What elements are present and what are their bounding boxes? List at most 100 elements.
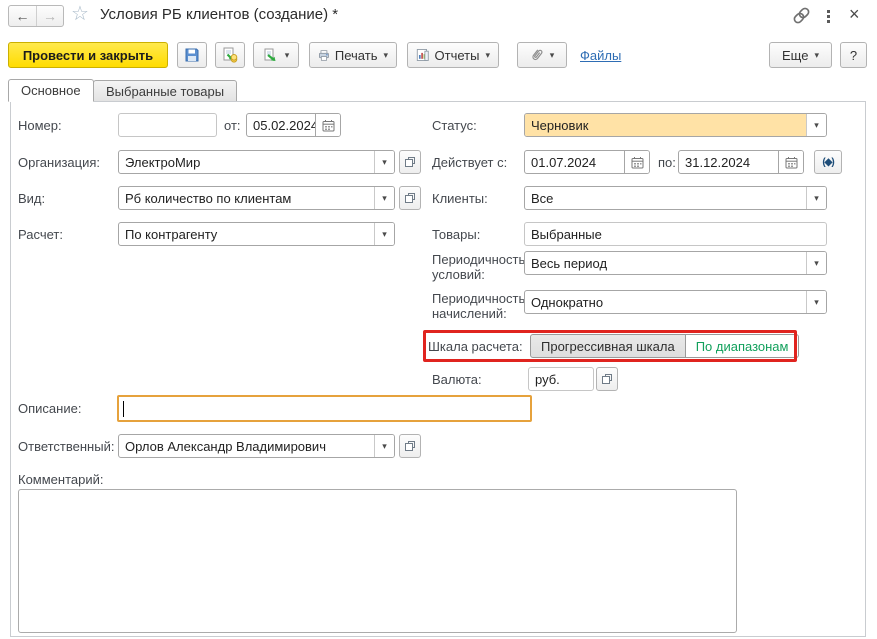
chevron-down-icon[interactable]: ▾ [374, 435, 394, 457]
chevron-down-icon[interactable]: ▾ [374, 151, 394, 173]
chevron-down-icon: ▾ [285, 50, 290, 61]
goods-value: Выбранные [531, 227, 602, 242]
conditions-periodicity-combobox[interactable]: Весь период ▾ [524, 251, 827, 275]
responsible-label: Ответственный: [18, 439, 114, 454]
organization-value: ЭлектроМир [119, 151, 374, 173]
save-icon [184, 47, 200, 63]
calculation-value: По контрагенту [119, 223, 374, 245]
chevron-down-icon[interactable]: ▾ [806, 114, 826, 136]
scale-toggle: Прогрессивная шкала По диапазонам [530, 334, 799, 358]
help-button[interactable]: ? [840, 42, 867, 68]
more-label: Еще [782, 48, 808, 63]
responsible-value: Орлов Александр Владимирович [119, 435, 374, 457]
reports-icon [416, 47, 430, 63]
tab-main-label: Основное [21, 83, 81, 98]
print-button[interactable]: Печать ▾ [309, 42, 397, 68]
comment-textarea[interactable] [18, 489, 737, 633]
description-label: Описание: [18, 401, 81, 416]
status-label: Статус: [432, 118, 477, 133]
reports-button[interactable]: Отчеты ▾ [407, 42, 499, 68]
nav-history-group: ← → [8, 5, 64, 27]
window-title: Условия РБ клиентов (создание) * [100, 6, 338, 23]
calculation-label: Расчет: [18, 227, 63, 242]
calendar-icon[interactable] [315, 114, 340, 136]
goods-field: Выбранные [524, 222, 827, 246]
chevron-down-icon[interactable]: ▾ [806, 187, 826, 209]
chevron-down-icon: ▾ [814, 50, 819, 61]
chevron-down-icon: ▾ [485, 50, 490, 61]
open-icon [404, 440, 416, 452]
text-caret [123, 401, 124, 417]
scale-option-ranges[interactable]: По диапазонам [686, 334, 800, 358]
number-label: Номер: [18, 118, 62, 133]
clients-label: Клиенты: [432, 191, 488, 206]
files-link[interactable]: Файлы [580, 48, 621, 63]
create-based-on-button[interactable]: ▾ [253, 42, 299, 68]
post-and-close-button[interactable]: Провести и закрыть [8, 42, 168, 68]
help-label: ? [850, 48, 857, 63]
organization-open-button[interactable] [399, 150, 421, 174]
tab-selected-goods-label: Выбранные товары [106, 84, 224, 99]
open-icon [404, 192, 416, 204]
doc-date-label: от: [224, 118, 241, 133]
chevron-down-icon: ▾ [550, 50, 555, 61]
responsible-combobox[interactable]: Орлов Александр Владимирович ▾ [118, 434, 395, 458]
tab-main[interactable]: Основное [8, 79, 94, 102]
accruals-periodicity-value: Однократно [525, 291, 806, 313]
kind-value: Рб количество по клиентам [119, 187, 374, 209]
doc-date-input[interactable]: 05.02.2024 [246, 113, 341, 137]
conditions-periodicity-value: Весь период [525, 252, 806, 274]
favorites-star-icon[interactable]: ☆ [71, 4, 89, 24]
chevron-down-icon[interactable]: ▾ [806, 252, 826, 274]
scale-label: Шкала расчета: [428, 339, 523, 354]
save-button[interactable] [177, 42, 207, 68]
link-icon[interactable] [792, 6, 811, 28]
number-input[interactable] [118, 113, 217, 137]
clients-combobox[interactable]: Все ▾ [524, 186, 827, 210]
valid-to-label: по: [658, 155, 676, 170]
print-label: Печать [335, 48, 378, 63]
currency-value: руб. [535, 372, 560, 387]
attachments-button[interactable]: ▾ [517, 42, 567, 68]
forward-icon[interactable]: → [36, 6, 63, 26]
open-icon [404, 156, 416, 168]
calculation-combobox[interactable]: По контрагенту ▾ [118, 222, 395, 246]
kebab-menu-icon[interactable] [827, 8, 830, 25]
currency-label: Валюта: [432, 372, 482, 387]
accruals-periodicity-label: Периодичность начислений: [432, 291, 528, 321]
kind-label: Вид: [18, 191, 45, 206]
kind-open-button[interactable] [399, 186, 421, 210]
back-icon[interactable]: ← [9, 6, 36, 26]
kind-combobox[interactable]: Рб количество по клиентам ▾ [118, 186, 395, 210]
responsible-open-button[interactable] [399, 434, 421, 458]
doc-date-value: 05.02.2024 [247, 114, 315, 136]
description-input[interactable] [117, 395, 532, 422]
more-button[interactable]: Еще ▾ [769, 42, 832, 68]
chevron-down-icon[interactable]: ▾ [374, 187, 394, 209]
organization-label: Организация: [18, 155, 100, 170]
close-icon[interactable]: × [849, 6, 860, 22]
conditions-periodicity-label: Периодичность условий: [432, 252, 528, 282]
post-and-close-label: Провести и закрыть [23, 48, 153, 63]
scale-option-progressive[interactable]: Прогрессивная шкала [530, 334, 686, 358]
chevron-down-icon[interactable]: ▾ [374, 223, 394, 245]
period-select-button[interactable]: (◆) [814, 150, 842, 174]
accruals-periodicity-combobox[interactable]: Однократно ▾ [524, 290, 827, 314]
reports-label: Отчеты [435, 48, 480, 63]
valid-from-label: Действует с: [432, 155, 507, 170]
calendar-icon[interactable] [624, 151, 649, 173]
goods-label: Товары: [432, 227, 480, 242]
valid-from-input[interactable]: 01.07.2024 [524, 150, 650, 174]
valid-to-input[interactable]: 31.12.2024 [678, 150, 804, 174]
tab-selected-goods[interactable]: Выбранные товары [93, 80, 237, 102]
chevron-down-icon: ▾ [383, 50, 388, 61]
currency-input[interactable]: руб. [528, 367, 594, 391]
organization-combobox[interactable]: ЭлектроМир ▾ [118, 150, 395, 174]
create-based-on-icon [263, 47, 279, 63]
currency-open-button[interactable] [596, 367, 618, 391]
chevron-down-icon[interactable]: ▾ [806, 291, 826, 313]
open-icon [601, 373, 613, 385]
status-combobox[interactable]: Черновик ▾ [524, 113, 827, 137]
post-button[interactable] [215, 42, 245, 68]
calendar-icon[interactable] [778, 151, 803, 173]
